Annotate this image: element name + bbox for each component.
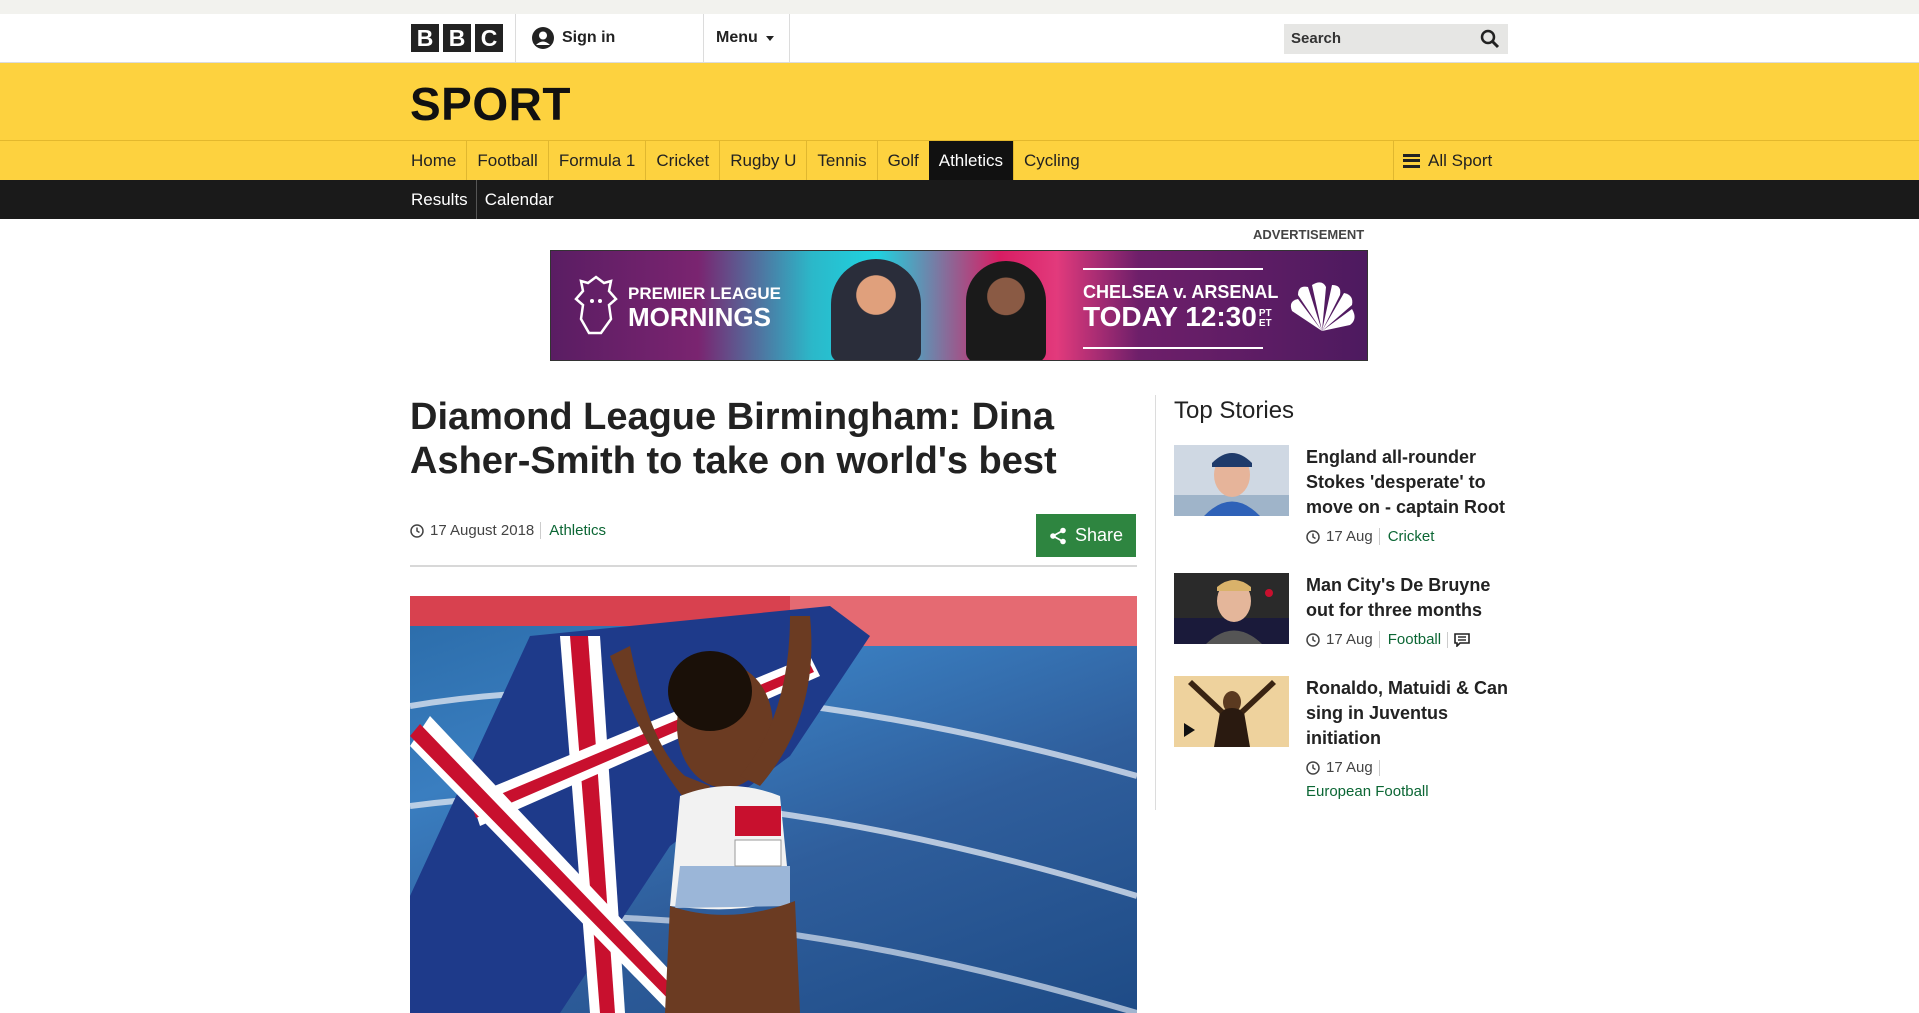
ad-line-1: PREMIER LEAGUE	[628, 284, 782, 303]
clock-icon	[1306, 760, 1320, 775]
story-date: 17 Aug	[1326, 528, 1373, 545]
article-headline: Diamond League Birmingham: Dina Asher-Sm…	[410, 396, 1057, 482]
sport-nav: Home Football Formula 1 Cricket Rugby U …	[410, 141, 1090, 180]
user-icon	[532, 27, 554, 49]
sign-in-button[interactable]: Sign in	[532, 27, 615, 49]
nav-item-rugby-union[interactable]: Rugby U	[719, 141, 806, 180]
menu-label: Menu	[716, 29, 758, 46]
story-category-link[interactable]: Football	[1378, 631, 1441, 648]
play-icon[interactable]	[1182, 722, 1196, 738]
divider	[1447, 631, 1449, 648]
logo-letter: C	[475, 24, 503, 52]
share-button[interactable]: Share	[1036, 514, 1136, 557]
story-title[interactable]: Man City's De Bruyne out for three month…	[1306, 573, 1516, 623]
nav-item-tennis[interactable]: Tennis	[806, 141, 876, 180]
ad-player-image	[831, 259, 921, 360]
section-title[interactable]: SPORT	[410, 77, 571, 131]
bbc-logo[interactable]: B B C	[411, 24, 503, 52]
menu-button[interactable]: Menu	[716, 29, 774, 47]
story-date: 17 Aug	[1326, 759, 1373, 776]
sign-in-label: Sign in	[562, 29, 616, 46]
hamburger-icon	[1403, 153, 1420, 168]
share-icon	[1050, 527, 1066, 544]
nav-item-cricket[interactable]: Cricket	[645, 141, 719, 180]
top-story-item[interactable]: England all-rounder Stokes 'desperate' t…	[1174, 445, 1514, 555]
nav-item-golf[interactable]: Golf	[876, 141, 929, 180]
article-hero-image	[410, 596, 1137, 1013]
browser-top-strip	[0, 0, 1919, 14]
article-meta: 17 August 2018 Athletics	[410, 522, 606, 539]
story-title[interactable]: Ronaldo, Matuidi & Can sing in Juventus …	[1306, 676, 1516, 751]
search-input[interactable]: Search	[1284, 24, 1508, 54]
story-title[interactable]: England all-rounder Stokes 'desperate' t…	[1306, 445, 1516, 520]
ad-time-zone: PT ET	[1258, 307, 1272, 329]
top-story-item[interactable]: Man City's De Bruyne out for three month…	[1174, 573, 1514, 663]
clock-icon	[410, 523, 424, 538]
comments-icon[interactable]	[1454, 632, 1470, 647]
story-meta: 17 Aug Football	[1306, 631, 1470, 648]
clock-icon	[1306, 529, 1320, 544]
nav-item-cycling[interactable]: Cycling	[1013, 141, 1090, 180]
story-category-link[interactable]: Cricket	[1378, 528, 1434, 545]
advertisement-banner[interactable]: PREMIER LEAGUE MORNINGS CHELSEA v. ARSEN…	[550, 250, 1368, 361]
top-story-item[interactable]: Ronaldo, Matuidi & Can sing in Juventus …	[1174, 676, 1514, 806]
divider	[703, 14, 704, 62]
all-sport-label: All Sport	[1428, 150, 1493, 170]
ad-time: TODAY 12:30 PT ET	[1083, 301, 1272, 333]
divider	[1083, 347, 1263, 349]
story-meta: 17 Aug	[1306, 759, 1380, 776]
story-thumbnail[interactable]	[1174, 445, 1289, 516]
story-date: 17 Aug	[1326, 631, 1373, 648]
ad-time-text: TODAY 12:30	[1083, 301, 1257, 332]
divider	[1378, 759, 1380, 776]
divider	[789, 14, 790, 62]
search-icon[interactable]	[1480, 29, 1500, 49]
sub-nav-bar: Results Calendar	[0, 180, 1919, 219]
subnav-item-results[interactable]: Results	[410, 180, 476, 219]
search-placeholder: Search	[1291, 30, 1342, 47]
bbc-global-bar: B B C Sign in Menu Search	[0, 14, 1919, 63]
all-sport-button[interactable]: All Sport	[1393, 141, 1492, 180]
divider	[515, 14, 516, 62]
divider	[1083, 268, 1263, 270]
divider	[410, 565, 1137, 567]
article-category-link[interactable]: Athletics	[540, 522, 606, 539]
clock-icon	[1306, 632, 1320, 647]
ad-match: CHELSEA v. ARSENAL	[1083, 282, 1279, 302]
athlete-with-flag-image	[410, 596, 1137, 1013]
article-date: 17 August 2018	[430, 522, 535, 539]
premier-league-lion-icon	[574, 275, 618, 335]
nav-item-football[interactable]: Football	[466, 141, 547, 180]
sub-nav: Results Calendar	[410, 180, 562, 219]
story-meta: European Football	[1306, 783, 1429, 800]
logo-letter: B	[443, 24, 471, 52]
story-meta: 17 Aug Cricket	[1306, 528, 1434, 545]
subnav-item-calendar[interactable]: Calendar	[475, 180, 562, 219]
nav-item-home[interactable]: Home	[410, 141, 466, 180]
story-thumbnail[interactable]	[1174, 573, 1289, 644]
nbc-peacock-logo	[1290, 282, 1355, 331]
top-stories-heading: Top Stories	[1174, 397, 1295, 424]
advertisement-label: ADVERTISEMENT	[1253, 227, 1365, 242]
share-label: Share	[1074, 525, 1124, 545]
column-divider	[1155, 395, 1156, 810]
story-category-link[interactable]: European Football	[1306, 783, 1429, 800]
chevron-down-icon	[765, 35, 774, 41]
nav-item-athletics[interactable]: Athletics	[928, 141, 1013, 180]
ad-line-2: MORNINGS	[628, 302, 771, 332]
sport-header: SPORT Home Football Formula 1 Cricket Ru…	[0, 63, 1919, 180]
logo-letter: B	[411, 24, 439, 52]
nav-item-formula-1[interactable]: Formula 1	[547, 141, 646, 180]
ad-player-image	[966, 261, 1046, 360]
